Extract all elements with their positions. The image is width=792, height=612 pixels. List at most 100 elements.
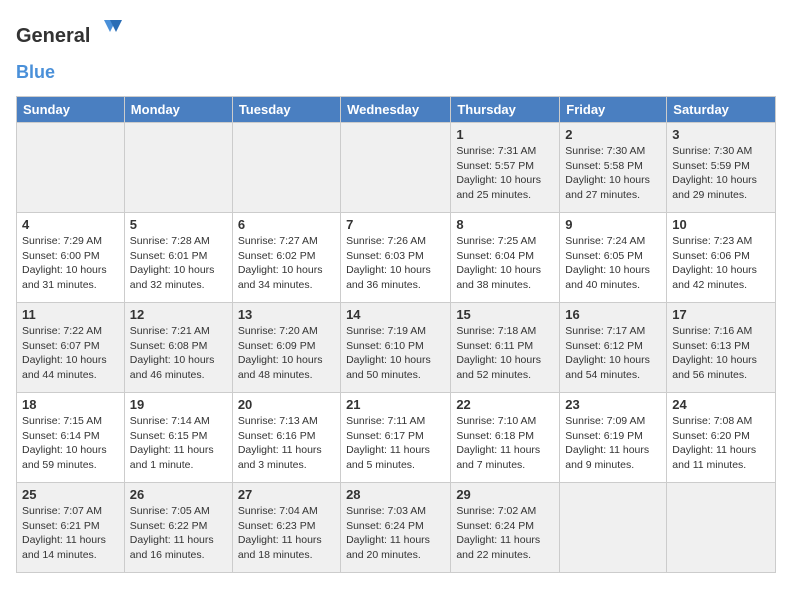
column-header-sunday: Sunday xyxy=(17,97,125,123)
day-number: 11 xyxy=(22,307,119,322)
calendar-cell xyxy=(560,483,667,573)
day-number: 6 xyxy=(238,217,335,232)
calendar-cell: 27 Sunrise: 7:04 AM Sunset: 6:23 PM Dayli… xyxy=(232,483,340,573)
day-number: 9 xyxy=(565,217,661,232)
day-info: Sunrise: 7:27 AM Sunset: 6:02 PM Dayligh… xyxy=(238,234,335,293)
day-info: Sunrise: 7:13 AM Sunset: 6:16 PM Dayligh… xyxy=(238,414,335,473)
calendar-cell: 15Sunrise: 7:18 AM Sunset: 6:11 PM Dayli… xyxy=(451,303,560,393)
day-number: 21 xyxy=(346,397,445,412)
calendar-cell: 26 Sunrise: 7:05 AM Sunset: 6:22 PM Dayli… xyxy=(124,483,232,573)
day-info: Sunrise: 7:23 AM Sunset: 6:06 PM Dayligh… xyxy=(672,234,770,293)
calendar-cell xyxy=(17,123,125,213)
calendar-cell: 12 Sunrise: 7:21 AM Sunset: 6:08 PM Dayli… xyxy=(124,303,232,393)
calendar-week-row: 25 Sunrise: 7:07 AM Sunset: 6:21 PM Dayli… xyxy=(17,483,776,573)
day-info: Sunrise: 7:25 AM Sunset: 6:04 PM Dayligh… xyxy=(456,234,554,293)
day-number: 26 xyxy=(130,487,227,502)
day-info: Sunrise: 7:03 AM Sunset: 6:24 PM Dayligh… xyxy=(346,504,445,563)
day-info: Sunrise: 7:10 AM Sunset: 6:18 PM Dayligh… xyxy=(456,414,554,473)
day-info: Sunrise: 7:09 AM Sunset: 6:19 PM Dayligh… xyxy=(565,414,661,473)
day-number: 23 xyxy=(565,397,661,412)
day-info: Sunrise: 7:11 AM Sunset: 6:17 PM Dayligh… xyxy=(346,414,445,473)
calendar-cell: 5 Sunrise: 7:28 AM Sunset: 6:01 PM Daylig… xyxy=(124,213,232,303)
day-number: 10 xyxy=(672,217,770,232)
calendar-cell: 22 Sunrise: 7:10 AM Sunset: 6:18 PM Dayli… xyxy=(451,393,560,483)
day-info: Sunrise: 7:26 AM Sunset: 6:03 PM Dayligh… xyxy=(346,234,445,293)
calendar-cell: 2 Sunrise: 7:30 AM Sunset: 5:58 PM Daylig… xyxy=(560,123,667,213)
calendar-cell: 25 Sunrise: 7:07 AM Sunset: 6:21 PM Dayli… xyxy=(17,483,125,573)
calendar-week-row: 18 Sunrise: 7:15 AM Sunset: 6:14 PM Dayli… xyxy=(17,393,776,483)
day-number: 12 xyxy=(130,307,227,322)
day-info: Sunrise: 7:22 AM Sunset: 6:07 PM Dayligh… xyxy=(22,324,119,383)
day-info: Sunrise: 7:08 AM Sunset: 6:20 PM Dayligh… xyxy=(672,414,770,473)
day-number: 16 xyxy=(565,307,661,322)
day-number: 14 xyxy=(346,307,445,322)
day-number: 4 xyxy=(22,217,119,232)
calendar-cell: 21 Sunrise: 7:11 AM Sunset: 6:17 PM Dayli… xyxy=(341,393,451,483)
day-info: Sunrise: 7:07 AM Sunset: 6:21 PM Dayligh… xyxy=(22,504,119,563)
calendar-cell: 1 Sunrise: 7:31 AM Sunset: 5:57 PM Daylig… xyxy=(451,123,560,213)
day-info: Sunrise: 7:21 AM Sunset: 6:08 PM Dayligh… xyxy=(130,324,227,383)
calendar-cell: 3Sunrise: 7:30 AM Sunset: 5:59 PM Daylig… xyxy=(667,123,776,213)
day-info: Sunrise: 7:30 AM Sunset: 5:58 PM Dayligh… xyxy=(565,144,661,203)
day-info: Sunrise: 7:20 AM Sunset: 6:09 PM Dayligh… xyxy=(238,324,335,383)
day-info: Sunrise: 7:24 AM Sunset: 6:05 PM Dayligh… xyxy=(565,234,661,293)
day-number: 13 xyxy=(238,307,335,322)
calendar-cell: 9 Sunrise: 7:24 AM Sunset: 6:05 PM Daylig… xyxy=(560,213,667,303)
calendar-cell xyxy=(341,123,451,213)
calendar-cell xyxy=(667,483,776,573)
calendar-cell: 14 Sunrise: 7:19 AM Sunset: 6:10 PM Dayli… xyxy=(341,303,451,393)
column-header-tuesday: Tuesday xyxy=(232,97,340,123)
calendar-cell: 11 Sunrise: 7:22 AM Sunset: 6:07 PM Dayli… xyxy=(17,303,125,393)
calendar-cell: 24 Sunrise: 7:08 AM Sunset: 6:20 PM Dayli… xyxy=(667,393,776,483)
day-number: 24 xyxy=(672,397,770,412)
calendar-week-row: 11 Sunrise: 7:22 AM Sunset: 6:07 PM Dayli… xyxy=(17,303,776,393)
day-number: 8 xyxy=(456,217,554,232)
day-number: 29 xyxy=(456,487,554,502)
day-info: Sunrise: 7:29 AM Sunset: 6:00 PM Dayligh… xyxy=(22,234,119,293)
day-number: 22 xyxy=(456,397,554,412)
day-info: Sunrise: 7:05 AM Sunset: 6:22 PM Dayligh… xyxy=(130,504,227,563)
logo-blue-text: Blue xyxy=(16,61,76,88)
day-number: 2 xyxy=(565,127,661,142)
calendar-cell xyxy=(232,123,340,213)
calendar-cell: 10 Sunrise: 7:23 AM Sunset: 6:06 PM Dayli… xyxy=(667,213,776,303)
calendar-cell: 8 Sunrise: 7:25 AM Sunset: 6:04 PM Daylig… xyxy=(451,213,560,303)
logo: General Blue xyxy=(16,16,126,88)
day-info: Sunrise: 7:14 AM Sunset: 6:15 PM Dayligh… xyxy=(130,414,227,473)
calendar-cell: 7Sunrise: 7:26 AM Sunset: 6:03 PM Daylig… xyxy=(341,213,451,303)
day-info: Sunrise: 7:19 AM Sunset: 6:10 PM Dayligh… xyxy=(346,324,445,383)
day-number: 1 xyxy=(456,127,554,142)
column-header-wednesday: Wednesday xyxy=(341,97,451,123)
day-number: 27 xyxy=(238,487,335,502)
calendar-cell: 23 Sunrise: 7:09 AM Sunset: 6:19 PM Dayli… xyxy=(560,393,667,483)
day-info: Sunrise: 7:31 AM Sunset: 5:57 PM Dayligh… xyxy=(456,144,554,203)
calendar-cell: 29 Sunrise: 7:02 AM Sunset: 6:24 PM Dayli… xyxy=(451,483,560,573)
day-number: 25 xyxy=(22,487,119,502)
calendar-cell: 16Sunrise: 7:17 AM Sunset: 6:12 PM Dayli… xyxy=(560,303,667,393)
day-info: Sunrise: 7:04 AM Sunset: 6:23 PM Dayligh… xyxy=(238,504,335,563)
calendar-cell: 20 Sunrise: 7:13 AM Sunset: 6:16 PM Dayli… xyxy=(232,393,340,483)
column-header-thursday: Thursday xyxy=(451,97,560,123)
day-info: Sunrise: 7:15 AM Sunset: 6:14 PM Dayligh… xyxy=(22,414,119,473)
calendar-cell: 19Sunrise: 7:14 AM Sunset: 6:15 PM Dayli… xyxy=(124,393,232,483)
calendar-cell: 13 Sunrise: 7:20 AM Sunset: 6:09 PM Dayli… xyxy=(232,303,340,393)
svg-text:General: General xyxy=(16,25,90,47)
day-info: Sunrise: 7:30 AM Sunset: 5:59 PM Dayligh… xyxy=(672,144,770,203)
day-number: 17 xyxy=(672,307,770,322)
day-info: Sunrise: 7:28 AM Sunset: 6:01 PM Dayligh… xyxy=(130,234,227,293)
calendar-table: SundayMondayTuesdayWednesdayThursdayFrid… xyxy=(16,96,776,573)
calendar-cell: 28Sunrise: 7:03 AM Sunset: 6:24 PM Dayli… xyxy=(341,483,451,573)
svg-text:Blue: Blue xyxy=(16,62,55,82)
day-number: 20 xyxy=(238,397,335,412)
column-header-friday: Friday xyxy=(560,97,667,123)
day-info: Sunrise: 7:02 AM Sunset: 6:24 PM Dayligh… xyxy=(456,504,554,563)
day-number: 18 xyxy=(22,397,119,412)
calendar-week-row: 1 Sunrise: 7:31 AM Sunset: 5:57 PM Daylig… xyxy=(17,123,776,213)
calendar-cell: 17 Sunrise: 7:16 AM Sunset: 6:13 PM Dayli… xyxy=(667,303,776,393)
calendar-cell xyxy=(124,123,232,213)
day-info: Sunrise: 7:18 AM Sunset: 6:11 PM Dayligh… xyxy=(456,324,554,383)
day-info: Sunrise: 7:16 AM Sunset: 6:13 PM Dayligh… xyxy=(672,324,770,383)
page-container: General Blue SundayMondayTuesdayWednesda… xyxy=(0,0,792,581)
day-number: 5 xyxy=(130,217,227,232)
calendar-cell: 4 Sunrise: 7:29 AM Sunset: 6:00 PM Daylig… xyxy=(17,213,125,303)
